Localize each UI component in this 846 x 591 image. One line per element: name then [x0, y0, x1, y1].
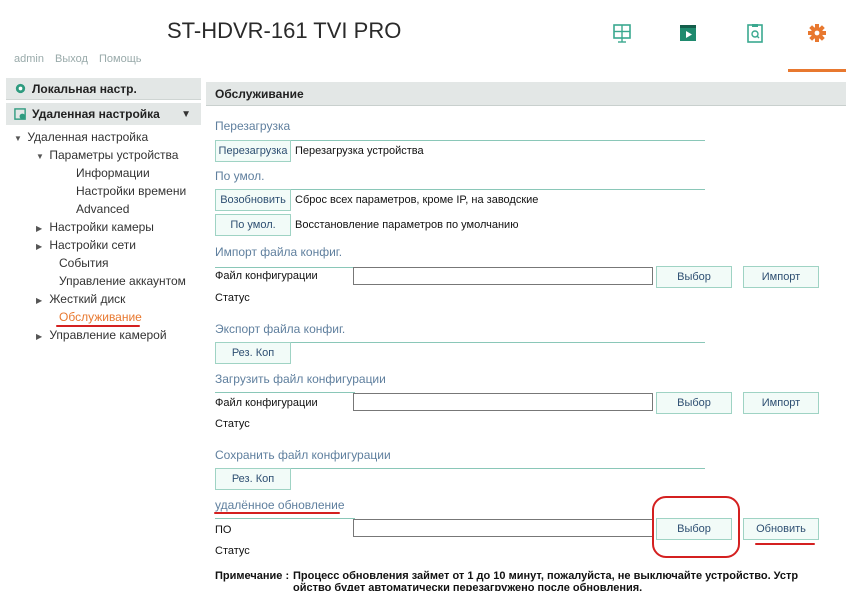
- reboot-button[interactable]: Перезагрузка: [215, 140, 291, 162]
- tree-info[interactable]: Информации: [76, 166, 150, 180]
- tree-network-settings[interactable]: ▶ Настройки сети: [36, 238, 136, 252]
- log-icon[interactable]: [744, 22, 766, 44]
- tree-device-params[interactable]: ▼ Параметры устройства: [36, 148, 178, 162]
- collapsed-arrow-icon: ▶: [36, 332, 43, 341]
- tree-time-settings[interactable]: Настройки времени: [76, 184, 186, 198]
- tree-camera-settings[interactable]: ▶ Настройки камеры: [36, 220, 154, 234]
- sidebar-local-label: Локальная настр.: [32, 81, 137, 96]
- export-backup-button[interactable]: Рез. Коп: [215, 342, 291, 364]
- default-button[interactable]: По умол.: [215, 214, 291, 236]
- update-button[interactable]: Обновить: [743, 518, 819, 540]
- section-import: Импорт файла конфиг.: [215, 245, 343, 259]
- section-save-config: Сохранить файл конфигурации: [215, 448, 391, 462]
- annotation-circle: [652, 496, 740, 558]
- upgrade-note: Примечание : Процесс обновления займет от…: [215, 570, 835, 591]
- logout-link[interactable]: Выход: [55, 53, 88, 65]
- firmware-file-input[interactable]: [353, 519, 653, 537]
- divider: [215, 518, 355, 519]
- tree-advanced[interactable]: Advanced: [76, 202, 129, 216]
- tree-hdd[interactable]: ▶ Жесткий диск: [36, 292, 125, 306]
- tree-remote-root[interactable]: ▼ Удаленная настройка: [14, 130, 148, 144]
- note-label: Примечание :: [215, 570, 290, 582]
- annotation-underline: [56, 325, 140, 327]
- expanded-arrow-icon: ▼: [14, 134, 22, 143]
- annotation-underline: [755, 543, 815, 545]
- section-default: По умол.: [215, 169, 265, 183]
- gear-small-icon: [15, 83, 26, 94]
- app-title: ST-HDVR-161 TVI PRO: [167, 18, 402, 43]
- import-file-input[interactable]: [353, 267, 653, 285]
- active-tab-indicator: [788, 69, 846, 72]
- import-file-label: Файл конфигурации: [215, 270, 318, 282]
- note-text: Процесс обновления займет от 1 до 10 мин…: [293, 570, 799, 591]
- remote-settings-icon: [14, 107, 26, 120]
- tree-camera-control[interactable]: ▶ Управление камерой: [36, 328, 167, 342]
- import-button[interactable]: Импорт: [743, 266, 819, 288]
- help-link[interactable]: Помощь: [99, 53, 142, 65]
- upload-file-input[interactable]: [353, 393, 653, 411]
- collapsed-arrow-icon: ▶: [36, 224, 43, 233]
- expanded-arrow-icon: ▼: [36, 152, 44, 161]
- annotation-underline: [214, 512, 340, 514]
- default-desc: Восстановление параметров по умолчанию: [295, 219, 519, 231]
- section-remote-upgrade: удалённое обновление: [215, 498, 345, 512]
- section-upload-config: Загрузить файл конфигурации: [215, 372, 386, 386]
- maintenance-panel: Обслуживание Перезагрузка Перезагрузка П…: [206, 82, 846, 591]
- restore-desc: Сброс всех параметров, кроме IP, на заво…: [295, 194, 539, 206]
- sidebar-remote-settings[interactable]: Удаленная настройка ▼: [6, 103, 201, 125]
- tree-accounts[interactable]: Управление аккаунтом: [59, 274, 186, 288]
- divider: [215, 267, 355, 268]
- collapsed-arrow-icon: ▶: [36, 296, 43, 305]
- sidebar-remote-label: Удаленная настройка: [32, 107, 160, 121]
- live-view-icon[interactable]: [611, 22, 633, 44]
- divider: [215, 392, 355, 393]
- section-reboot: Перезагрузка: [215, 119, 291, 133]
- top-header: ST-HDVR-161 TVI PRO admin Выход Помощь: [0, 0, 846, 72]
- playback-icon[interactable]: [677, 22, 699, 44]
- tree-events[interactable]: События: [59, 256, 109, 270]
- reboot-desc: Перезагрузка устройства: [295, 145, 424, 157]
- tree-maintenance[interactable]: Обслуживание: [59, 310, 142, 324]
- username: admin: [14, 53, 44, 65]
- upgrade-status: Статус: [215, 545, 250, 557]
- gear-icon[interactable]: [806, 22, 828, 44]
- chevron-down-icon: ▼: [181, 108, 191, 120]
- restore-button[interactable]: Возобновить: [215, 189, 291, 211]
- sidebar: Локальная настр. Удаленная настройка ▼ ▼…: [6, 78, 201, 591]
- upload-browse-button[interactable]: Выбор: [656, 392, 732, 414]
- save-backup-button[interactable]: Рез. Коп: [215, 468, 291, 490]
- import-status: Статус: [215, 292, 250, 304]
- sidebar-local-settings[interactable]: Локальная настр.: [6, 78, 201, 100]
- user-bar: admin Выход Помощь: [14, 53, 150, 65]
- firmware-label: ПО: [215, 524, 232, 536]
- collapsed-arrow-icon: ▶: [36, 242, 43, 251]
- import-browse-button[interactable]: Выбор: [656, 266, 732, 288]
- page-title: Обслуживание: [206, 82, 846, 106]
- upload-import-button[interactable]: Импорт: [743, 392, 819, 414]
- upload-file-label: Файл конфигурации: [215, 397, 318, 409]
- upload-status: Статус: [215, 418, 250, 430]
- section-export: Экспорт файла конфиг.: [215, 322, 346, 336]
